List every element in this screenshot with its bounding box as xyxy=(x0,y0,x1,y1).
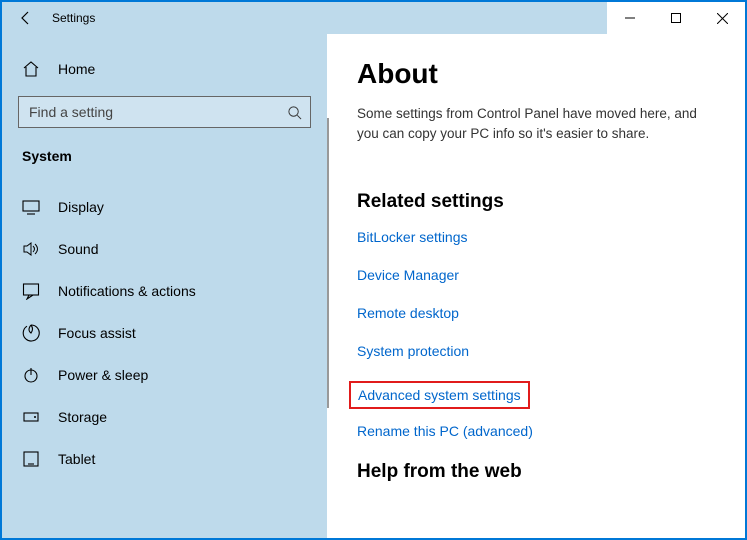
back-button[interactable] xyxy=(18,10,34,26)
sidebar: Home System Display Sound xyxy=(2,34,327,538)
window-title: Settings xyxy=(52,11,95,25)
sidebar-item-display[interactable]: Display xyxy=(2,186,327,228)
notifications-icon xyxy=(22,282,40,300)
search-icon xyxy=(285,103,303,121)
link-system-protection[interactable]: System protection xyxy=(357,343,469,359)
sound-icon xyxy=(22,240,40,258)
nav-label: Power & sleep xyxy=(58,367,148,383)
home-icon xyxy=(22,60,40,78)
main-content: About Some settings from Control Panel h… xyxy=(327,34,745,538)
settings-window: Settings Home xyxy=(0,0,747,540)
minimize-button[interactable] xyxy=(607,2,653,34)
nav-label: Display xyxy=(58,199,104,215)
nav-label: Focus assist xyxy=(58,325,136,341)
search-input[interactable] xyxy=(18,96,311,128)
link-bitlocker[interactable]: BitLocker settings xyxy=(357,229,468,245)
nav-label: Storage xyxy=(58,409,107,425)
window-controls xyxy=(607,2,745,34)
sidebar-item-tablet[interactable]: Tablet xyxy=(2,438,327,480)
scrollbar-indicator[interactable] xyxy=(327,118,329,408)
focus-icon xyxy=(22,324,40,342)
link-rename-pc[interactable]: Rename this PC (advanced) xyxy=(357,423,533,439)
link-remote-desktop[interactable]: Remote desktop xyxy=(357,305,459,321)
sidebar-item-sound[interactable]: Sound xyxy=(2,228,327,270)
link-device-manager[interactable]: Device Manager xyxy=(357,267,459,283)
highlight-box: Advanced system settings xyxy=(349,381,530,409)
link-advanced-system-settings[interactable]: Advanced system settings xyxy=(358,387,521,403)
home-nav[interactable]: Home xyxy=(2,52,327,86)
related-settings-heading: Related settings xyxy=(357,191,721,213)
page-description: Some settings from Control Panel have mo… xyxy=(357,104,717,143)
category-header: System xyxy=(2,142,327,186)
display-icon xyxy=(22,198,40,216)
storage-icon xyxy=(22,408,40,426)
help-heading: Help from the web xyxy=(357,461,721,483)
nav-label: Notifications & actions xyxy=(58,283,196,299)
sidebar-item-storage[interactable]: Storage xyxy=(2,396,327,438)
sidebar-item-notifications[interactable]: Notifications & actions xyxy=(2,270,327,312)
sidebar-item-power[interactable]: Power & sleep xyxy=(2,354,327,396)
power-icon xyxy=(22,366,40,384)
nav-label: Sound xyxy=(58,241,98,257)
close-button[interactable] xyxy=(699,2,745,34)
sidebar-item-focus[interactable]: Focus assist xyxy=(2,312,327,354)
home-label: Home xyxy=(58,61,95,77)
tablet-icon xyxy=(22,450,40,468)
nav-label: Tablet xyxy=(58,451,95,467)
titlebar: Settings xyxy=(2,2,745,34)
maximize-button[interactable] xyxy=(653,2,699,34)
search-wrap xyxy=(18,96,311,128)
page-title: About xyxy=(357,58,721,90)
